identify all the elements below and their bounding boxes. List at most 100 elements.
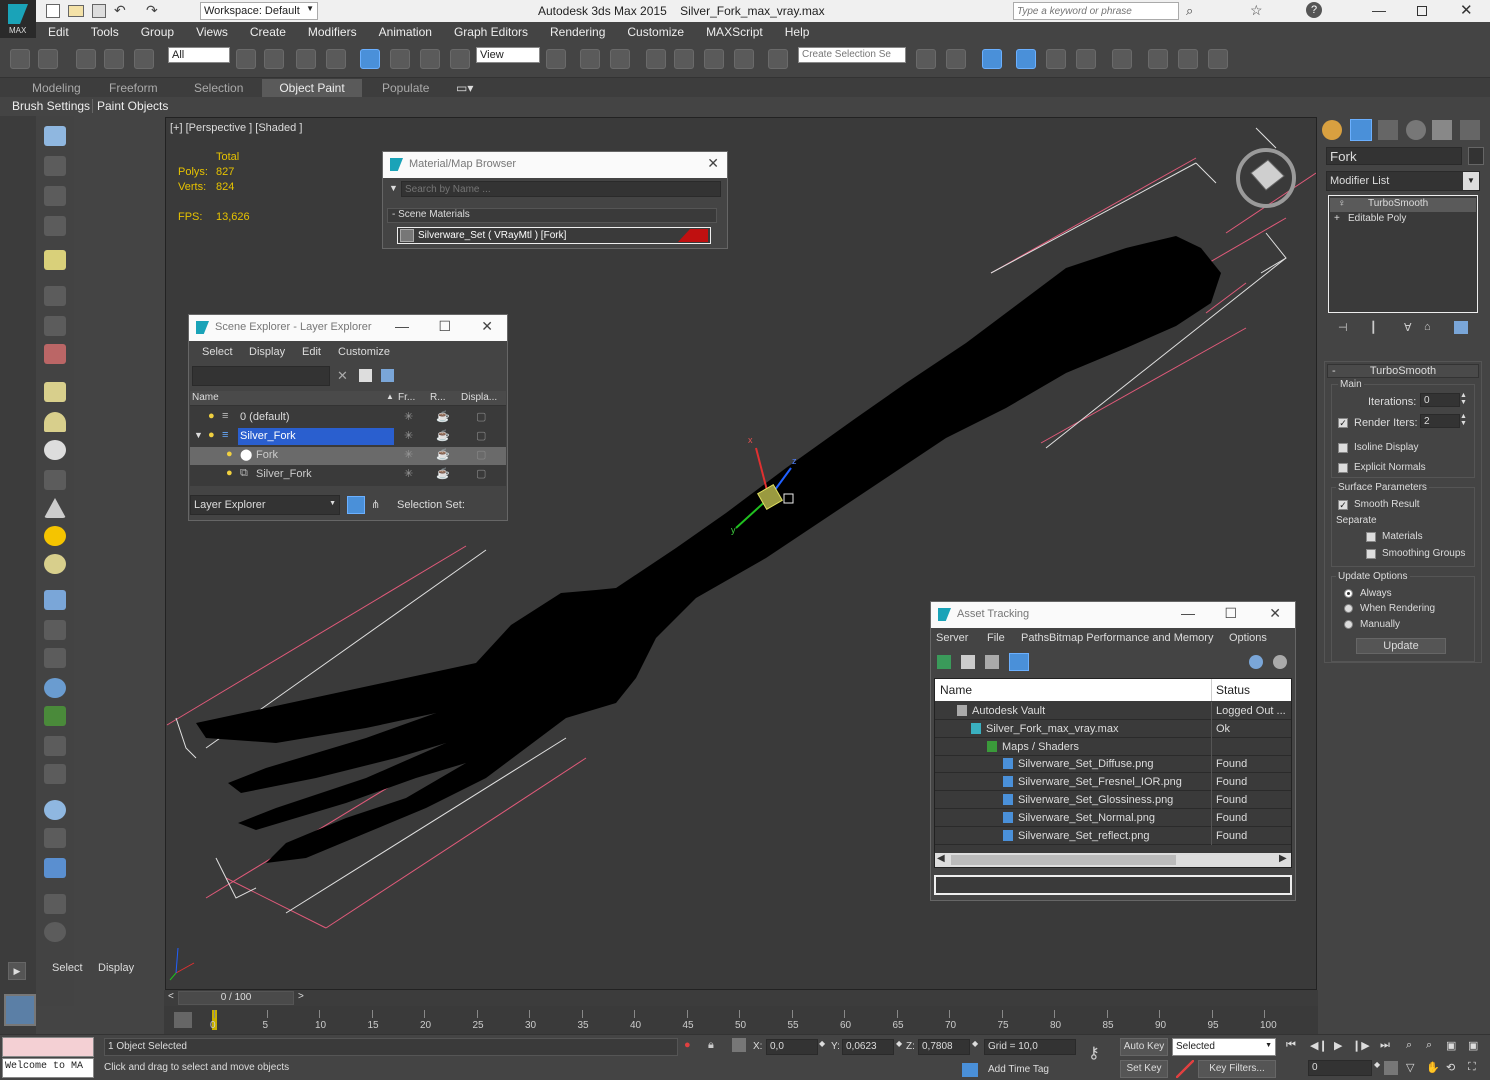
render-teapot-icon[interactable]: ☕ — [436, 410, 450, 423]
frame-spinner-icon[interactable]: ◆ — [1374, 1060, 1380, 1069]
teapot-icon[interactable] — [44, 126, 66, 146]
layer-row[interactable]: ● ≡ 0 (default) ✳ ☕ ▢ — [190, 409, 506, 427]
auto-key-button[interactable]: Auto Key — [1120, 1038, 1168, 1056]
spinner-arrows-icon[interactable]: ▲ ▼ — [1460, 392, 1467, 406]
scroll-left-icon[interactable]: ◀ — [937, 853, 945, 864]
go-to-start-icon[interactable]: ⏮ — [1286, 1039, 1296, 1052]
menu-bitmap-performance[interactable]: Bitmap Performance and Memory — [1049, 632, 1213, 644]
close-icon[interactable]: ✕ — [707, 155, 719, 172]
refresh-icon[interactable] — [937, 655, 951, 669]
freeze-snowflake-icon[interactable]: ✳ — [404, 410, 413, 423]
stack-item-editable-poly[interactable]: + Editable Poly — [1330, 213, 1476, 227]
tab-freeform[interactable]: Freeform — [109, 81, 158, 95]
new-file-icon[interactable] — [46, 4, 60, 18]
sphere-icon[interactable] — [44, 440, 66, 460]
time-next-icon[interactable]: > — [298, 991, 304, 1002]
y-spinner-icon[interactable]: ◆ — [896, 1039, 902, 1048]
light-bulb-icon[interactable]: ● — [226, 467, 233, 479]
show-end-result-icon[interactable]: ┃ — [1370, 321, 1377, 334]
remove-modifier-icon[interactable]: ⌂ — [1424, 321, 1431, 333]
play-icon[interactable]: ▶ — [1334, 1039, 1342, 1052]
rect-selection-icon[interactable] — [296, 49, 316, 69]
maximize-icon[interactable]: ☐ — [438, 318, 451, 335]
named-selection-set-dropdown[interactable]: Create Selection Se — [798, 47, 906, 63]
orbit-icon[interactable]: ⟲ — [1446, 1061, 1455, 1074]
list-icon[interactable] — [44, 186, 66, 206]
question-icon[interactable] — [44, 922, 66, 942]
key-filters-button[interactable]: Key Filters... — [1198, 1060, 1276, 1078]
asset-path-field[interactable] — [934, 875, 1292, 895]
vault-settings-icon[interactable] — [1273, 655, 1287, 669]
place-icon[interactable] — [450, 49, 470, 69]
left-display-tab[interactable]: Display — [98, 962, 134, 974]
vault-help-icon[interactable] — [1249, 655, 1263, 669]
undo-icon[interactable] — [10, 49, 30, 69]
asset-row[interactable]: Silverware_Set_Diffuse.png Found — [935, 755, 1291, 774]
render-teapot-icon[interactable]: ☕ — [436, 429, 450, 442]
spinner-arrows-icon[interactable]: ▲ ▼ — [1460, 413, 1467, 427]
column-render[interactable]: R... — [430, 392, 446, 403]
stack-item-turbosmooth[interactable]: ♀ TurboSmooth — [1330, 198, 1476, 212]
texture-icon[interactable] — [44, 828, 66, 848]
new-layer-icon[interactable] — [359, 369, 372, 382]
selection-filter-dropdown[interactable]: All — [168, 47, 230, 63]
hair-fur-icon[interactable] — [44, 736, 66, 756]
menu-rendering[interactable]: Rendering — [538, 22, 615, 39]
scroll-right-icon[interactable]: ▶ — [1279, 853, 1287, 864]
scene-explorer-icon[interactable] — [1016, 49, 1036, 69]
create-tab-icon[interactable] — [1322, 120, 1342, 140]
motion-tab-icon[interactable] — [1406, 120, 1426, 140]
lock-selection-icon[interactable]: 🔒︎ — [708, 1039, 714, 1052]
key-mode-dropdown[interactable]: Selected ▼ — [1172, 1038, 1276, 1056]
configure-sets-icon[interactable] — [1454, 321, 1468, 334]
scene-explorer-search-input[interactable] — [192, 366, 330, 386]
minimize-viewport-button[interactable] — [4, 994, 36, 1026]
render-setup-icon[interactable] — [1148, 49, 1168, 69]
menu-views[interactable]: Views — [184, 22, 238, 39]
rotate-icon[interactable] — [390, 49, 410, 69]
maximize-viewport-icon[interactable]: ⛶ — [1468, 1061, 1476, 1074]
app-logo[interactable]: MAX — [0, 0, 36, 38]
window-crossing-icon[interactable] — [326, 49, 346, 69]
display-box-icon[interactable]: ▢ — [476, 429, 486, 442]
asset-row[interactable]: Maps / Shaders — [935, 737, 1291, 756]
light-bulb-icon[interactable]: ● — [226, 448, 233, 460]
object-color-swatch[interactable] — [1468, 147, 1484, 165]
previous-frame-icon[interactable]: ◀❙ — [1310, 1039, 1328, 1052]
render-production-icon[interactable] — [1208, 49, 1228, 69]
paint-objects-tab[interactable]: Paint Objects — [92, 99, 168, 113]
unlink-icon[interactable] — [104, 49, 124, 69]
viewcube[interactable] — [1236, 148, 1296, 208]
ribbon-options-icon[interactable]: ▭▾ — [456, 81, 473, 95]
percent-snap-icon[interactable] — [704, 49, 724, 69]
asset-tracking-titlebar[interactable]: Asset Tracking — ☐ ✕ — [931, 602, 1295, 628]
time-prev-icon[interactable]: < — [168, 991, 174, 1002]
asset-row[interactable]: Silver_Fork_max_vray.max Ok — [935, 719, 1291, 738]
zoom-extents-icon[interactable]: ▣ — [1446, 1039, 1456, 1052]
smooth-result-checkbox[interactable]: ✓ — [1338, 500, 1348, 510]
select-object-icon[interactable] — [236, 49, 256, 69]
manually-radio[interactable] — [1344, 620, 1353, 629]
time-slider-thumb[interactable]: 0 / 100 — [178, 991, 294, 1005]
menu-create[interactable]: Create — [238, 22, 296, 39]
menu-display[interactable]: Display — [249, 346, 285, 358]
expand-arrow-button[interactable]: ▶ — [8, 962, 26, 980]
menu-maxscript[interactable]: MAXScript — [694, 22, 773, 39]
column-freeze[interactable]: Fr... — [398, 392, 415, 403]
go-to-end-icon[interactable]: ⏭ — [1380, 1039, 1390, 1052]
display-box-icon[interactable]: ▢ — [476, 410, 486, 423]
dome-icon[interactable] — [44, 412, 66, 432]
curve-editor-icon[interactable] — [1046, 49, 1066, 69]
asset-row[interactable]: Silverware_Set_Fresnel_IOR.png Found — [935, 773, 1291, 792]
spinner-snap-icon[interactable] — [734, 49, 754, 69]
z-spinner-icon[interactable]: ◆ — [972, 1039, 978, 1048]
minimize-icon[interactable]: — — [395, 318, 409, 334]
modifier-list-dropdown[interactable]: Modifier List ▼ — [1326, 171, 1480, 191]
menu-graph-editors[interactable]: Graph Editors — [442, 22, 538, 39]
grid-icon[interactable] — [44, 590, 66, 610]
table-view-icon[interactable] — [1009, 653, 1029, 671]
column-name[interactable]: Name — [940, 683, 972, 697]
display-box-icon[interactable]: ▢ — [476, 467, 486, 480]
object-row[interactable]: ● ⧉ Silver_Fork ✳ ☕ ▢ — [190, 466, 506, 484]
menu-server[interactable]: Server — [936, 632, 968, 644]
